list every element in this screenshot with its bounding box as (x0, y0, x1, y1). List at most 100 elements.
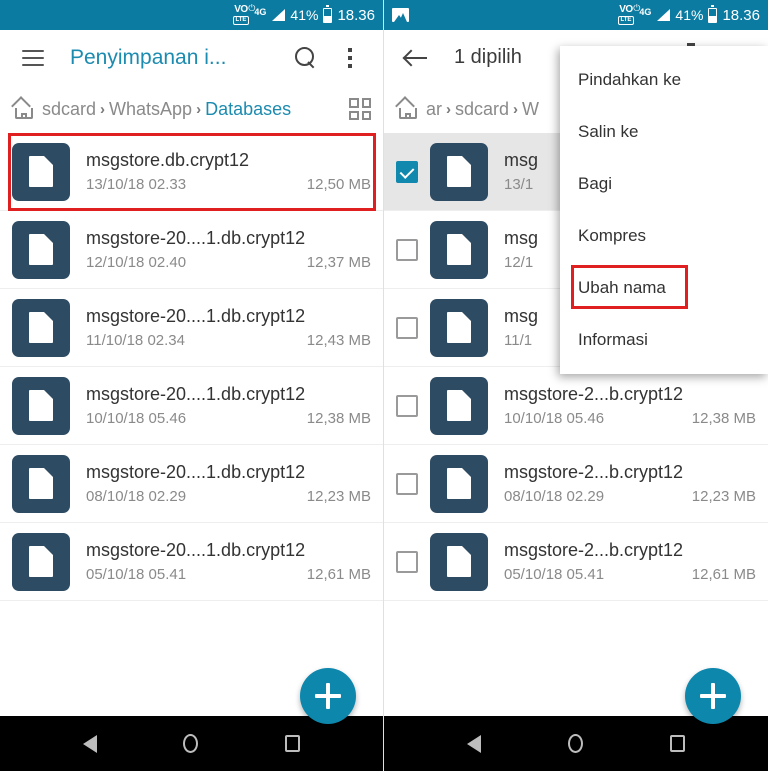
file-icon (430, 142, 488, 201)
menu-item-info[interactable]: Informasi (560, 314, 768, 366)
hamburger-menu-button[interactable] (12, 37, 54, 79)
back-arrow-icon (405, 49, 429, 67)
file-size: 12,38 MB (691, 410, 756, 427)
breadcrumb-item-ar[interactable]: ar (426, 99, 442, 120)
battery-icon (708, 4, 718, 23)
nav-back-icon[interactable] (83, 734, 98, 753)
file-info: msgstore-20....1.db.crypt12 10/10/18 05.… (86, 384, 371, 427)
menu-item-copy-to[interactable]: Salin ke (560, 106, 768, 158)
file-size: 12,61 MB (306, 566, 371, 583)
file-icon (12, 376, 70, 435)
breadcrumb-separator-icon: › (196, 100, 202, 118)
file-icon (12, 532, 70, 591)
breadcrumb-item-sdcard[interactable]: sdcard (42, 99, 96, 120)
battery-icon (323, 4, 333, 23)
file-date: 13/10/18 02.33 (86, 176, 187, 193)
search-icon (295, 46, 317, 69)
battery-percent-label: 41% (290, 7, 319, 23)
row-checkbox[interactable] (396, 550, 418, 573)
lte-label: LTE (232, 16, 250, 25)
file-date: 11/1 (504, 332, 533, 349)
table-row[interactable]: msgstore-20....1.db.crypt12 10/10/18 05.… (0, 367, 383, 445)
add-button[interactable] (300, 668, 356, 724)
breadcrumb-separator-icon: › (100, 100, 106, 118)
add-button[interactable] (685, 668, 741, 724)
file-date: 05/10/18 05.41 (504, 566, 605, 583)
search-button[interactable] (285, 37, 327, 79)
file-date: 08/10/18 02.29 (86, 488, 187, 505)
home-icon[interactable] (395, 96, 420, 120)
file-icon (430, 454, 488, 513)
file-info: msgstore-20....1.db.crypt12 12/10/18 02.… (86, 228, 371, 271)
file-size: 12,50 MB (306, 176, 371, 193)
file-date: 08/10/18 02.29 (504, 488, 605, 505)
file-name: msgstore-2...b.crypt12 (504, 384, 684, 404)
plus-icon (315, 683, 341, 709)
home-icon[interactable] (11, 96, 36, 120)
breadcrumb-separator-icon: › (446, 100, 452, 118)
overflow-menu-button[interactable] (329, 37, 371, 79)
row-checkbox[interactable] (396, 316, 418, 339)
nav-home-icon[interactable] (567, 734, 583, 753)
file-name: msgstore-20....1.db.crypt12 (86, 306, 306, 326)
file-name: msgstore.db.crypt12 (86, 150, 250, 170)
table-row[interactable]: msgstore-2...b.crypt12 05/10/18 05.41 12… (384, 523, 768, 601)
grid-view-icon[interactable] (349, 98, 371, 120)
nav-recents-icon[interactable] (669, 735, 685, 752)
right-panel: VO ⏻ LTE 4G 41% 18.36 1 dipilih ar › sdc… (384, 0, 768, 771)
menu-item-share[interactable]: Bagi (560, 158, 768, 210)
signal-waves-icon: ⏻ (633, 3, 641, 13)
menu-item-label: Informasi (578, 330, 648, 349)
menu-item-move-to[interactable]: Pindahkan ke (560, 54, 768, 106)
file-name: msgstore-2...b.crypt12 (504, 462, 684, 482)
page-title: Penyimpanan i... (70, 45, 227, 69)
file-size: 12,23 MB (691, 488, 756, 505)
nav-recents-icon[interactable] (284, 735, 300, 752)
row-checkbox[interactable] (396, 394, 418, 417)
menu-item-compress[interactable]: Kompres (560, 210, 768, 262)
file-icon (12, 142, 70, 201)
plus-icon (700, 683, 726, 709)
menu-item-rename[interactable]: Ubah nama (560, 262, 768, 314)
row-checkbox[interactable] (396, 238, 418, 261)
back-button[interactable] (396, 37, 438, 79)
breadcrumb-item-databases[interactable]: Databases (205, 99, 291, 120)
menu-item-label: Salin ke (578, 122, 639, 141)
row-checkbox[interactable] (396, 160, 418, 183)
left-file-list[interactable]: msgstore.db.crypt12 13/10/18 02.33 12,50… (0, 133, 383, 716)
table-row[interactable]: msgstore-2...b.crypt12 10/10/18 05.46 12… (384, 367, 768, 445)
file-info: msgstore-20....1.db.crypt12 08/10/18 02.… (86, 462, 371, 505)
breadcrumb: sdcard › WhatsApp › Databases (0, 85, 383, 133)
table-row[interactable]: msgstore-20....1.db.crypt12 05/10/18 05.… (0, 523, 383, 601)
volte-icon: VO ⏻ LTE (232, 4, 255, 25)
file-size: 12,43 MB (306, 332, 371, 349)
menu-item-label: Bagi (578, 174, 613, 193)
volte-vo-label: VO (619, 4, 633, 15)
table-row[interactable]: msgstore-2...b.crypt12 08/10/18 02.29 12… (384, 445, 768, 523)
table-row[interactable]: msgstore.db.crypt12 13/10/18 02.33 12,50… (0, 133, 383, 211)
signal-waves-icon: ⏻ (248, 3, 256, 13)
android-nav-bar-left (0, 716, 383, 771)
file-icon (12, 220, 70, 279)
file-info: msgstore-2...b.crypt12 08/10/18 02.29 12… (504, 462, 756, 505)
menu-item-label: Pindahkan ke (578, 70, 682, 89)
breadcrumb-item-sdcard[interactable]: sdcard (455, 99, 509, 120)
file-date: 13/1 (504, 176, 534, 193)
file-info: msgstore.db.crypt12 13/10/18 02.33 12,50… (86, 150, 371, 193)
table-row[interactable]: msgstore-20....1.db.crypt12 11/10/18 02.… (0, 289, 383, 367)
table-row[interactable]: msgstore-20....1.db.crypt12 12/10/18 02.… (0, 211, 383, 289)
table-row[interactable]: msgstore-20....1.db.crypt12 08/10/18 02.… (0, 445, 383, 523)
nav-back-icon[interactable] (467, 734, 482, 753)
file-size: 12,38 MB (306, 410, 371, 427)
file-info: msgstore-20....1.db.crypt12 05/10/18 05.… (86, 540, 371, 583)
left-app-bar: Penyimpanan i... (0, 30, 383, 85)
file-icon (430, 298, 488, 357)
breadcrumb-item-whatsapp[interactable]: W (522, 99, 539, 120)
photo-icon (392, 8, 409, 22)
file-info: msgstore-2...b.crypt12 10/10/18 05.46 12… (504, 384, 756, 427)
overflow-dropdown-menu[interactable]: Pindahkan ke Salin ke Bagi Kompres Ubah … (560, 46, 768, 374)
breadcrumb-item-whatsapp[interactable]: WhatsApp (109, 99, 192, 120)
row-checkbox[interactable] (396, 472, 418, 495)
file-icon (430, 532, 488, 591)
nav-home-icon[interactable] (183, 734, 199, 753)
